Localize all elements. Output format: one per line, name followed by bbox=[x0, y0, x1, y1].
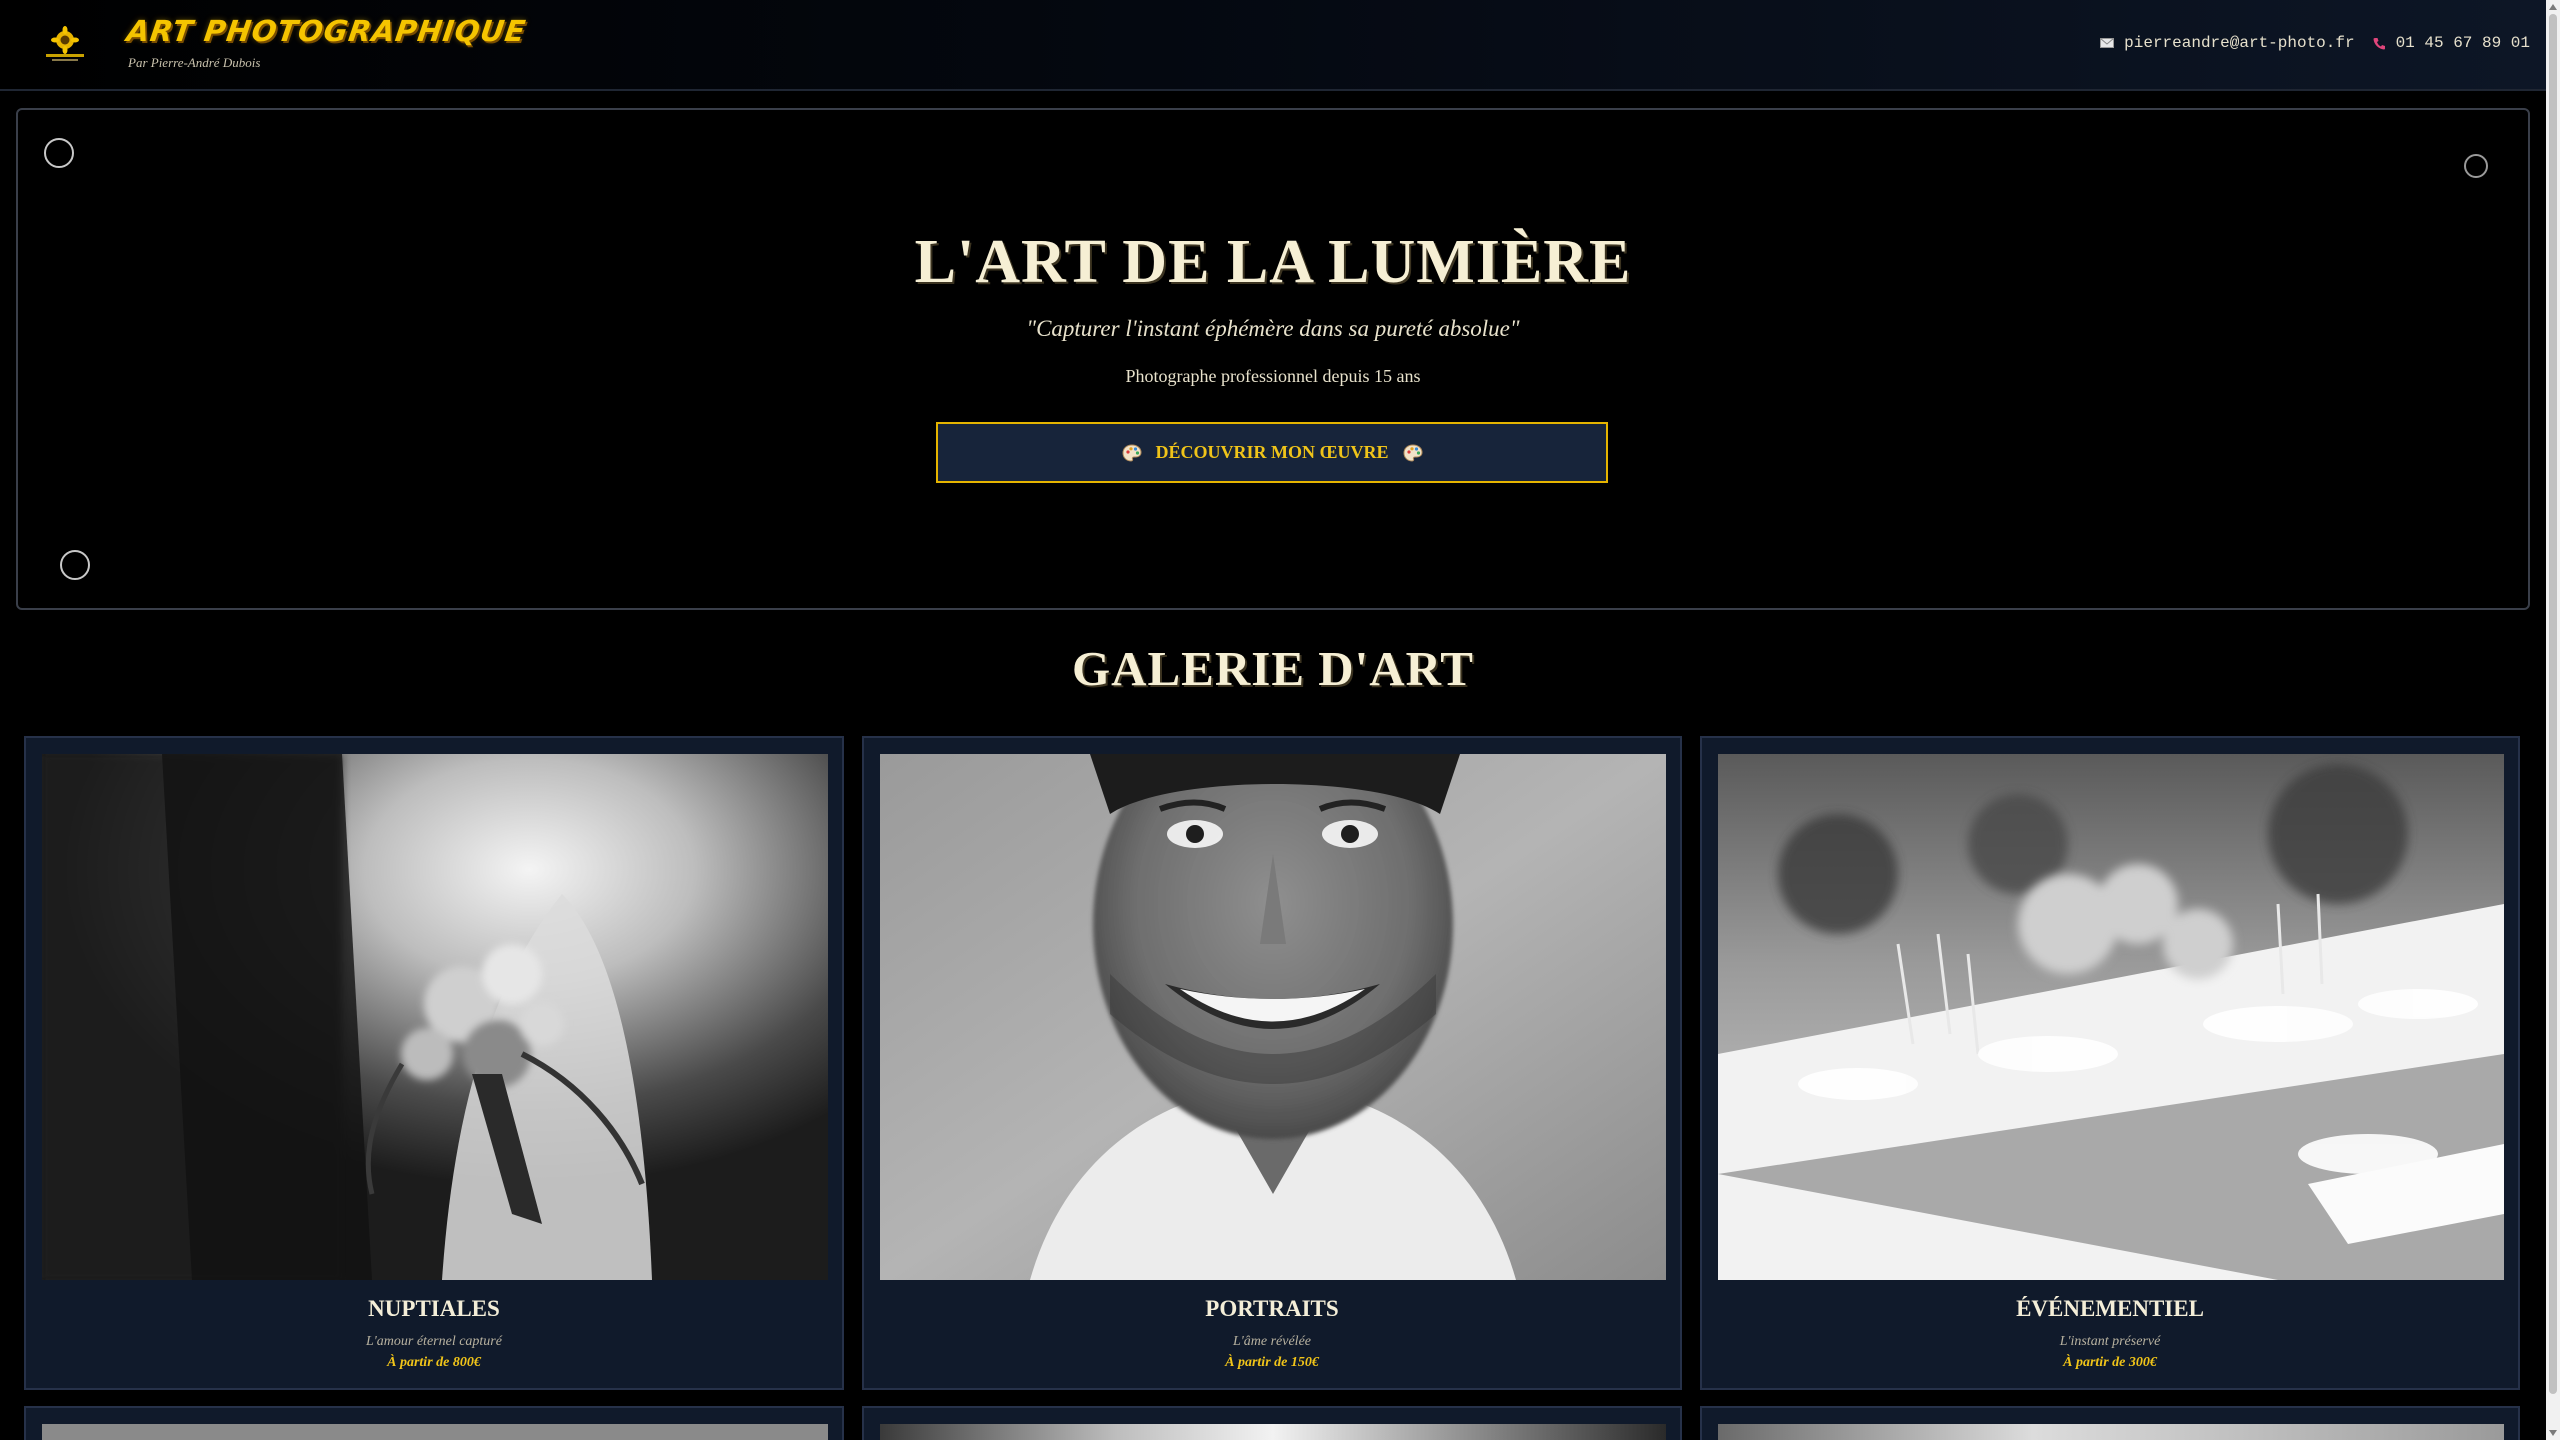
gallery-card-next-row[interactable] bbox=[24, 1406, 844, 1440]
smiling-man-portrait-photo[interactable] bbox=[880, 754, 1666, 1280]
phone-icon bbox=[2373, 37, 2385, 49]
card-price: À partir de 800€ bbox=[387, 1355, 481, 1370]
banquet-table-photo[interactable] bbox=[1718, 754, 2504, 1280]
gallery-title: GALERIE D'ART bbox=[1072, 641, 1474, 696]
phone-contact[interactable]: 01 45 67 89 01 bbox=[2373, 34, 2530, 52]
scroll-down-arrow-icon[interactable] bbox=[2549, 1430, 2557, 1436]
gallery-card-evenementiel[interactable]: ÉVÉNEMENTIEL L'instant préservé À partir… bbox=[1700, 736, 2520, 1390]
wedding-bouquet-photo[interactable] bbox=[42, 754, 828, 1280]
site-header: ART PHOTOGRAPHIQUE Par Pierre-André Dubo… bbox=[0, 0, 2546, 91]
card-title: PORTRAITS bbox=[1205, 1296, 1339, 1321]
hero-subtitle: Photographe professionnel depuis 15 ans bbox=[1125, 366, 1421, 386]
card-description: L'amour éternel capturé bbox=[366, 1334, 502, 1349]
email-contact[interactable]: pierreandre@art-photo.fr bbox=[2100, 34, 2355, 52]
hero-title: L'ART DE LA LUMIÈRE bbox=[914, 228, 1632, 296]
discover-work-label: DÉCOUVRIR MON ŒUVRE bbox=[1155, 442, 1389, 462]
card-price: À partir de 150€ bbox=[1225, 1355, 1319, 1370]
decorative-circle-icon bbox=[60, 550, 90, 580]
decorative-circle-icon bbox=[44, 138, 74, 168]
envelope-icon bbox=[2100, 38, 2115, 48]
sunflower-logo-icon[interactable] bbox=[42, 26, 88, 64]
contact-info: pierreandre@art-photo.fr 01 45 67 89 01 bbox=[2082, 34, 2530, 52]
card-description: L'instant préservé bbox=[2059, 1334, 2161, 1349]
gallery-card-next-row[interactable] bbox=[1700, 1406, 2520, 1440]
card-price: À partir de 300€ bbox=[2063, 1355, 2157, 1370]
card-description: L'âme révélée bbox=[1232, 1334, 1311, 1349]
hero-quote: "Capturer l'instant éphémère dans sa pur… bbox=[1026, 316, 1520, 341]
scroll-thumb[interactable] bbox=[2549, 14, 2557, 1394]
gallery-card-next-row[interactable] bbox=[862, 1406, 1682, 1440]
discover-work-button[interactable]: DÉCOUVRIR MON ŒUVRE bbox=[936, 422, 1608, 483]
card-title: ÉVÉNEMENTIEL bbox=[2016, 1296, 2204, 1321]
page-scrollbar[interactable] bbox=[2546, 0, 2560, 1440]
gallery-photo-partial bbox=[1718, 1424, 2504, 1440]
scroll-up-arrow-icon[interactable] bbox=[2549, 4, 2557, 10]
card-title: NUPTIALES bbox=[368, 1296, 500, 1321]
site-subtitle: Par Pierre-André Dubois bbox=[128, 55, 261, 70]
email-text: pierreandre@art-photo.fr bbox=[2124, 34, 2355, 52]
gallery-card-portraits[interactable]: PORTRAITS L'âme révélée À partir de 150€ bbox=[862, 736, 1682, 1390]
site-title[interactable]: ART PHOTOGRAPHIQUE bbox=[125, 14, 529, 48]
gallery-photo-partial bbox=[880, 1424, 1666, 1440]
decorative-circle-icon bbox=[2464, 154, 2488, 178]
phone-text: 01 45 67 89 01 bbox=[2395, 34, 2530, 52]
gallery-photo-partial bbox=[42, 1424, 828, 1440]
palette-icon bbox=[1402, 443, 1423, 462]
palette-icon bbox=[1121, 443, 1142, 462]
hero-section: L'ART DE LA LUMIÈRE "Capturer l'instant … bbox=[16, 108, 2530, 610]
gallery-card-nuptiales[interactable]: NUPTIALES L'amour éternel capturé À part… bbox=[24, 736, 844, 1390]
